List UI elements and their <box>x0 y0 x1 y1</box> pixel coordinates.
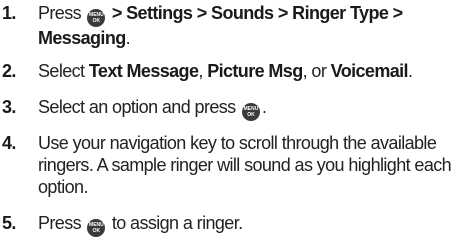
step-number: 4. <box>2 133 16 153</box>
step-number: 1. <box>2 3 16 23</box>
punctuation: . <box>261 97 267 117</box>
instruction-text: Select an option and press <box>38 97 236 117</box>
menu-ok-key-icon: MENU OK <box>87 219 106 237</box>
step-text: Use your navigation key to scroll throug… <box>38 133 452 197</box>
option-text-message: Text Message <box>88 61 199 81</box>
menu-ok-key-icon: MENU OK <box>241 103 260 121</box>
select-text: Select <box>38 61 85 81</box>
connector-text: , or <box>302 61 327 81</box>
step-number: 3. <box>2 97 16 117</box>
step-text: Press MENU OK to assign a ringer. <box>38 212 471 237</box>
option-picture-msg: Picture Msg <box>207 61 303 81</box>
press-text: Press <box>38 213 82 233</box>
press-text: Press <box>38 3 82 23</box>
punctuation: . <box>125 28 131 48</box>
menu-ok-key-icon: MENU OK <box>87 9 106 27</box>
option-voicemail: Voicemail <box>330 61 409 81</box>
instruction-text: to assign a ringer. <box>111 213 243 233</box>
step-text: Press MENU OK > Settings > Sounds > Ringe… <box>38 2 471 49</box>
punctuation: , <box>198 61 203 81</box>
step-text: Select an option and press MENU OK. <box>38 96 471 121</box>
step-text: Select Text Message, Picture Msg, or Voi… <box>38 60 471 82</box>
step-number: 2. <box>2 61 16 81</box>
step-number: 5. <box>2 213 16 233</box>
punctuation: . <box>407 61 413 81</box>
